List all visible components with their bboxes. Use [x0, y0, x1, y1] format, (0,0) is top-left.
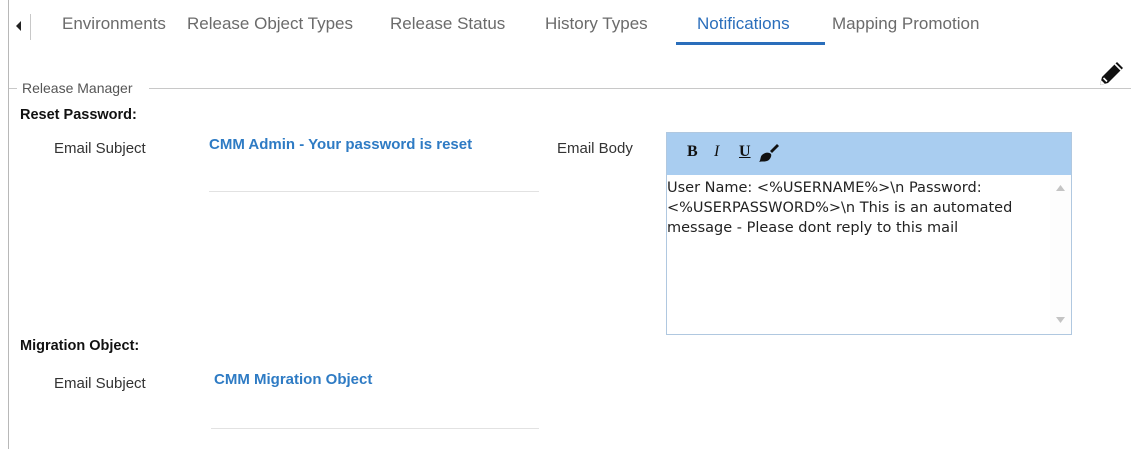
- tab-scroll-divider: [30, 14, 31, 40]
- reset-subject-underline: [209, 191, 539, 192]
- editor-scrollbar[interactable]: [1050, 175, 1071, 334]
- tab-environments[interactable]: Environments: [62, 14, 166, 34]
- active-tab-indicator: [676, 42, 825, 45]
- migration-subject-underline: [211, 428, 539, 429]
- fieldset-border-left: [9, 88, 17, 89]
- italic-button[interactable]: I: [714, 143, 719, 161]
- reset-email-subject-value[interactable]: CMM Admin - Your password is reset: [209, 136, 472, 153]
- caret-left-icon: [16, 21, 21, 31]
- email-body-editor: B I U User Name: <%USERNAME%>\n Password…: [666, 132, 1072, 335]
- migration-email-subject-value[interactable]: CMM Migration Object: [214, 371, 372, 388]
- tab-release-object-types[interactable]: Release Object Types: [187, 14, 353, 34]
- email-body-textarea[interactable]: User Name: <%USERNAME%>\n Password: <%US…: [667, 175, 1050, 334]
- reset-email-subject-label: Email Subject: [54, 140, 146, 157]
- migration-email-subject-label: Email Subject: [54, 375, 146, 392]
- tab-mapping-promotion[interactable]: Mapping Promotion: [832, 14, 979, 34]
- tab-release-status[interactable]: Release Status: [390, 14, 505, 34]
- fieldset-border-right: [149, 88, 1131, 89]
- tab-bar: Environments Release Object Types Releas…: [0, 0, 1131, 46]
- editor-toolbar: B I U: [667, 133, 1071, 175]
- triangle-down-icon[interactable]: [1056, 317, 1065, 323]
- underline-button[interactable]: U: [739, 143, 751, 161]
- tab-history-types[interactable]: History Types: [545, 14, 648, 34]
- triangle-up-icon[interactable]: [1056, 185, 1065, 191]
- reset-email-body-label: Email Body: [557, 140, 633, 157]
- tab-scroll-left-button[interactable]: [9, 14, 31, 40]
- left-border: [8, 0, 9, 449]
- pencil-icon[interactable]: [1096, 57, 1128, 89]
- fieldset-legend: Release Manager: [22, 80, 133, 96]
- bold-button[interactable]: B: [687, 143, 698, 161]
- migration-object-title: Migration Object:: [20, 338, 140, 354]
- email-body-text: User Name: <%USERNAME%>\n Password: <%US…: [667, 180, 1013, 236]
- tab-notifications[interactable]: Notifications: [697, 14, 790, 34]
- paintbrush-icon[interactable]: [758, 142, 780, 169]
- reset-password-title: Reset Password:: [20, 107, 137, 123]
